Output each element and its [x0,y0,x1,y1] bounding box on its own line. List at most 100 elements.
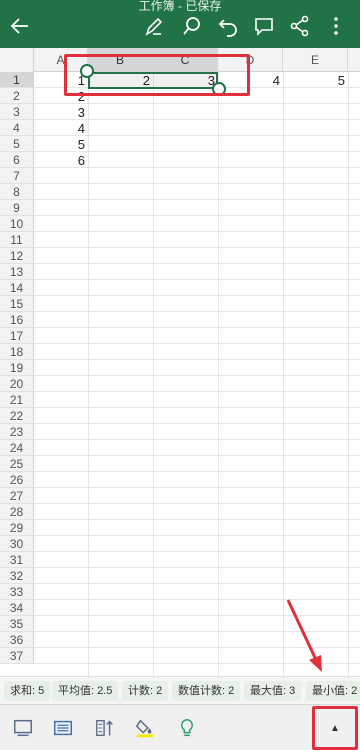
row-gridline [34,599,360,600]
row-gridline [34,519,360,520]
row-header-19[interactable]: 19 [0,360,34,376]
cell-a6[interactable]: 6 [34,153,88,169]
row-header-4[interactable]: 4 [0,120,34,136]
row-gridline [34,327,360,328]
app-bar: 工作簿 - 已保存 [0,0,360,48]
status-max[interactable]: 最大值: 3 [244,681,302,701]
row-header-12[interactable]: 12 [0,248,34,264]
row-gridline [34,535,360,536]
row-gridline [34,551,360,552]
row-header-5[interactable]: 5 [0,136,34,152]
status-average[interactable]: 平均值: 2.5 [52,681,119,701]
row-gridline [34,423,360,424]
idea-lightbulb-icon[interactable] [174,715,200,741]
row-header-8[interactable]: 8 [0,184,34,200]
row-header-15[interactable]: 15 [0,296,34,312]
column-gridline [283,72,284,676]
cell-a4[interactable]: 4 [34,121,88,137]
row-header-28[interactable]: 28 [0,504,34,520]
row-header-31[interactable]: 31 [0,552,34,568]
row-header-35[interactable]: 35 [0,616,34,632]
back-arrow-icon[interactable] [8,14,32,38]
row-gridline [34,567,360,568]
row-header-9[interactable]: 9 [0,200,34,216]
row-header-32[interactable]: 32 [0,568,34,584]
row-header-26[interactable]: 26 [0,472,34,488]
row-header-27[interactable]: 27 [0,488,34,504]
annotation-highlight-box-toolbar [312,706,358,750]
sort-icon[interactable] [92,715,118,741]
row-gridline [34,279,360,280]
column-header-e[interactable]: E [283,48,348,72]
row-gridline [34,647,360,648]
row-gridline [34,231,360,232]
column-gridline [218,72,219,676]
row-header-13[interactable]: 13 [0,264,34,280]
row-gridline [34,455,360,456]
row-header-18[interactable]: 18 [0,344,34,360]
workbook-title: 工作簿 - 已保存 [138,0,222,13]
cell-a3[interactable]: 3 [34,105,88,121]
row-header-30[interactable]: 30 [0,536,34,552]
row-header-3[interactable]: 3 [0,104,34,120]
status-count[interactable]: 计数: 2 [122,681,169,701]
column-gridline [153,72,154,676]
status-sum[interactable]: 求和: 5 [4,681,51,701]
row-gridline [34,631,360,632]
annotation-highlight-box [64,54,250,96]
row-header-29[interactable]: 29 [0,520,34,536]
row-header-21[interactable]: 21 [0,392,34,408]
row-gridline [34,199,360,200]
status-min[interactable]: 最小值: 2 [306,681,360,701]
row-header-23[interactable]: 23 [0,424,34,440]
row-header-2[interactable]: 2 [0,88,34,104]
row-gridline [34,359,360,360]
bottom-toolbar: ▲ [0,704,360,750]
row-header-33[interactable]: 33 [0,584,34,600]
more-icon[interactable] [324,14,348,38]
row-gridline [34,375,360,376]
row-gridline [34,343,360,344]
row-header-22[interactable]: 22 [0,408,34,424]
share-icon[interactable] [288,14,312,38]
cell-a5[interactable]: 5 [34,137,88,153]
row-header-7[interactable]: 7 [0,168,34,184]
row-header-25[interactable]: 25 [0,456,34,472]
row-gridline [34,295,360,296]
row-header-37[interactable]: 37 [0,648,34,664]
row-gridline [34,391,360,392]
status-numeric-count[interactable]: 数值计数: 2 [172,681,241,701]
row-gridline [34,439,360,440]
select-all-corner[interactable] [0,48,34,72]
row-gridline [34,615,360,616]
cell-e1[interactable]: 5 [283,73,348,89]
row-gridline [34,471,360,472]
column-gridline [88,72,89,676]
row-header-10[interactable]: 10 [0,216,34,232]
row-header-6[interactable]: 6 [0,152,34,168]
spreadsheet-grid[interactable]: A B C D E 1 2 3 4 5 6 7 8 9 10 11 12 13 14 15 16 17 18 19 2… [0,48,360,676]
comment-icon[interactable] [252,14,276,38]
row-header-11[interactable]: 11 [0,232,34,248]
row-gridline [34,311,360,312]
card-view-icon[interactable] [50,715,76,741]
row-gridline [34,487,360,488]
row-header-36[interactable]: 36 [0,632,34,648]
undo-icon[interactable] [216,14,240,38]
column-gridline [348,72,349,676]
row-header-17[interactable]: 17 [0,328,34,344]
pen-icon[interactable] [142,14,166,38]
row-header-14[interactable]: 14 [0,280,34,296]
search-icon[interactable] [180,14,204,38]
row-header-16[interactable]: 16 [0,312,34,328]
row-gridline [34,503,360,504]
row-header-1[interactable]: 1 [0,72,34,88]
row-gridline [34,407,360,408]
row-gridline [34,263,360,264]
row-gridline [34,215,360,216]
sheet-view-icon[interactable] [10,715,36,741]
row-header-20[interactable]: 20 [0,376,34,392]
row-header-24[interactable]: 24 [0,440,34,456]
fill-color-icon[interactable] [132,715,158,741]
row-header-34[interactable]: 34 [0,600,34,616]
